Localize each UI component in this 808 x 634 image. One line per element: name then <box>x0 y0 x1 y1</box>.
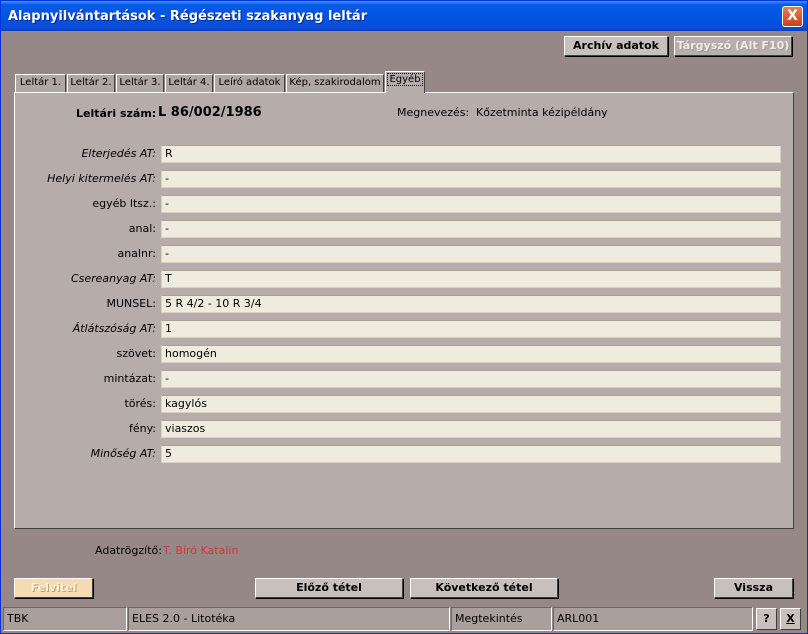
tab-egyeb[interactable]: Egyéb <box>385 71 425 93</box>
field-label: egyéb ltsz.: <box>92 197 156 210</box>
field-label: mintázat: <box>103 372 156 385</box>
close-button[interactable]: X <box>782 6 803 27</box>
new-record-button[interactable]: Felvitel <box>14 578 93 598</box>
field-input[interactable]: viaszos <box>161 420 781 438</box>
field-label: fény: <box>128 422 156 435</box>
field-label: Minőség AT: <box>90 447 156 460</box>
back-button[interactable]: Vissza <box>714 578 793 598</box>
tab-leiro-adatok[interactable]: Leíró adatok <box>214 74 285 93</box>
name-value: Kőzetminta kézipéldány <box>476 106 608 119</box>
field-input[interactable]: 5 <box>161 445 781 463</box>
field-label: Elterjedés AT: <box>81 147 156 160</box>
field-label: analnr: <box>117 247 156 260</box>
field-label: szövet: <box>116 347 156 360</box>
help-button[interactable]: ? <box>756 608 777 630</box>
field-input[interactable]: 5 R 4/2 - 10 R 3/4 <box>161 295 781 313</box>
tab-leltar-4[interactable]: Leltár 4. <box>165 74 213 93</box>
field-input[interactable]: - <box>161 220 781 238</box>
status-module: TBK <box>3 607 127 631</box>
inventory-number-label: Leltári szám: <box>76 107 157 120</box>
field-input[interactable]: R <box>161 145 781 163</box>
tab-leltar-3[interactable]: Leltár 3. <box>116 74 164 93</box>
recorder-value: T. Bíró Katalin <box>163 544 239 557</box>
previous-item-button[interactable]: Előző tétel <box>255 578 403 598</box>
title-bar: Alapnyilvántartások - Régészeti szakanya… <box>1 1 807 31</box>
archive-data-button[interactable]: Archív adatok <box>564 36 668 56</box>
field-label: Átlátszóság AT: <box>72 322 156 335</box>
field-input[interactable]: kagylós <box>161 395 781 413</box>
field-input[interactable]: T <box>161 270 781 288</box>
field-input[interactable]: - <box>161 195 781 213</box>
field-input[interactable]: - <box>161 370 781 388</box>
field-label: MUNSEL: <box>106 297 156 310</box>
status-app: ELES 2.0 - Litotéka <box>128 607 450 631</box>
exit-button[interactable]: X <box>780 608 801 630</box>
window-title: Alapnyilvántartások - Régészeti szakanya… <box>8 9 368 24</box>
status-mode: Megtekintés <box>451 607 552 631</box>
field-input[interactable]: homogén <box>161 345 781 363</box>
subject-button[interactable]: Tárgyszó (Alt F10) <box>674 36 792 56</box>
field-input[interactable]: 1 <box>161 320 781 338</box>
next-item-button[interactable]: Következő tétel <box>410 578 558 598</box>
field-input[interactable]: - <box>161 170 781 188</box>
recorder-label: Adatrögzítő: <box>95 544 162 557</box>
name-label: Megnevezés: <box>397 106 470 119</box>
field-input[interactable]: - <box>161 245 781 263</box>
tab-kep-szakirodalom[interactable]: Kép, szakirodalom <box>286 74 384 93</box>
inventory-number-value: L 86/002/1986 <box>158 105 262 120</box>
field-label: anal: <box>128 222 156 235</box>
main-window: Alapnyilvántartások - Régészeti szakanya… <box>0 0 808 634</box>
tab-panel: Leltári szám: L 86/002/1986 Megnevezés: … <box>14 92 794 529</box>
status-code: ARL001 <box>553 607 753 631</box>
field-label: Csereanyag AT: <box>70 272 156 285</box>
tab-leltar-2[interactable]: Leltár 2. <box>67 74 115 93</box>
field-label: Helyi kitermelés AT: <box>47 172 156 185</box>
field-label: törés: <box>124 397 156 410</box>
tab-leltar-1[interactable]: Leltár 1. <box>15 74 66 93</box>
